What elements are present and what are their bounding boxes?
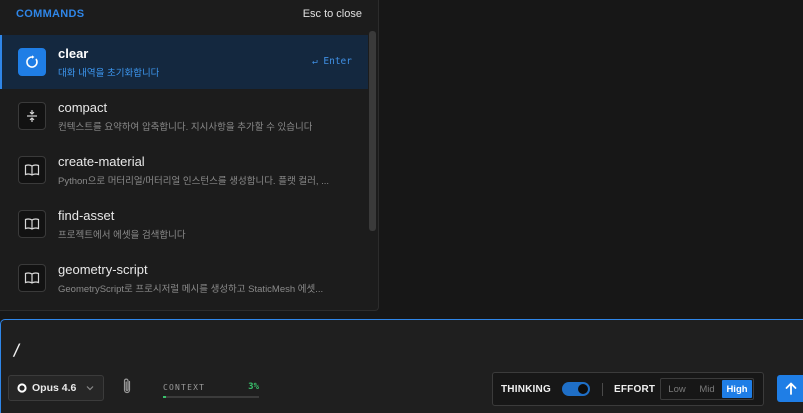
effort-selector: Low Mid High xyxy=(660,378,754,400)
chevron-down-icon xyxy=(86,386,94,391)
command-item-clear[interactable]: clear 대화 내역을 초기화합니다 ↵ Enter xyxy=(0,35,368,89)
attach-button[interactable] xyxy=(119,376,135,396)
enter-shortcut: ↵ Enter xyxy=(311,56,352,67)
command-description: 대화 내역을 초기화합니다 xyxy=(58,67,160,79)
arrow-up-icon xyxy=(785,382,796,395)
send-button[interactable] xyxy=(777,375,803,402)
command-name: find-asset xyxy=(58,207,115,223)
paperclip-icon xyxy=(123,378,131,394)
command-item-create-material[interactable]: create-material Python으로 머터리얼/머터리얼 인스턴스를… xyxy=(0,143,368,197)
command-description: Python으로 머터리얼/머터리얼 인스턴스를 생성합니다. 플랫 컬러, .… xyxy=(58,175,330,187)
command-name: clear xyxy=(58,45,89,61)
command-name: geometry-script xyxy=(58,261,148,277)
toggle-knob xyxy=(578,384,588,394)
command-item-compact[interactable]: compact 컨텍스트를 요약하여 압축합니다. 지시사항을 추가할 수 있습… xyxy=(0,89,368,143)
context-value: 3% xyxy=(248,382,259,392)
command-description: 프로젝트에서 에셋을 검색합니다 xyxy=(58,229,186,241)
effort-option-high[interactable]: High xyxy=(722,380,752,398)
effort-option-low[interactable]: Low xyxy=(662,380,692,398)
palette-title: COMMANDS xyxy=(16,8,85,20)
command-list: clear 대화 내역을 초기화합니다 ↵ Enter compact 컨텍스트… xyxy=(0,35,368,305)
thinking-label: THINKING xyxy=(501,384,551,395)
command-item-geometry-script[interactable]: geometry-script GeometryScript로 프로시저럴 메시… xyxy=(0,251,368,305)
compress-icon xyxy=(18,102,46,130)
model-name: Opus 4.6 xyxy=(32,382,77,394)
command-description: GeometryScript로 프로시저럴 메시를 생성하고 StaticMes… xyxy=(58,283,324,295)
effort-option-mid[interactable]: Mid xyxy=(692,380,722,398)
command-palette: COMMANDS Esc to close clear 대화 내역을 초기화합니… xyxy=(0,0,379,311)
close-hint[interactable]: Esc to close xyxy=(303,8,362,20)
context-bar xyxy=(163,396,259,398)
effort-label: EFFORT xyxy=(614,384,656,395)
book-icon xyxy=(18,210,46,238)
model-controls: THINKING EFFORT Low Mid High xyxy=(492,372,764,406)
model-logo-icon xyxy=(17,383,27,393)
app-root: COMMANDS Esc to close clear 대화 내역을 초기화합니… xyxy=(0,0,803,413)
command-name: create-material xyxy=(58,153,145,169)
thinking-toggle[interactable] xyxy=(562,382,590,396)
command-description: 컨텍스트를 요약하여 압축합니다. 지시사항을 추가할 수 있습니다 xyxy=(58,121,313,133)
context-label: CONTEXT xyxy=(163,382,206,392)
book-icon xyxy=(18,156,46,184)
context-bar-fill xyxy=(163,396,166,398)
model-selector[interactable]: Opus 4.6 xyxy=(8,375,104,401)
command-name: compact xyxy=(58,99,108,115)
command-item-find-asset[interactable]: find-asset 프로젝트에서 에셋을 검색합니다 xyxy=(0,197,368,251)
context-meter: CONTEXT 3% xyxy=(163,382,259,398)
chat-input-panel: / Opus 4.6 CONTEXT 3% THINKING EFFORT Lo… xyxy=(0,319,803,413)
prompt-input[interactable]: / xyxy=(12,340,22,359)
palette-scrollbar[interactable] xyxy=(369,31,376,231)
palette-header: COMMANDS Esc to close xyxy=(0,0,378,28)
refresh-icon xyxy=(18,48,46,76)
book-icon xyxy=(18,264,46,292)
divider xyxy=(602,383,603,396)
